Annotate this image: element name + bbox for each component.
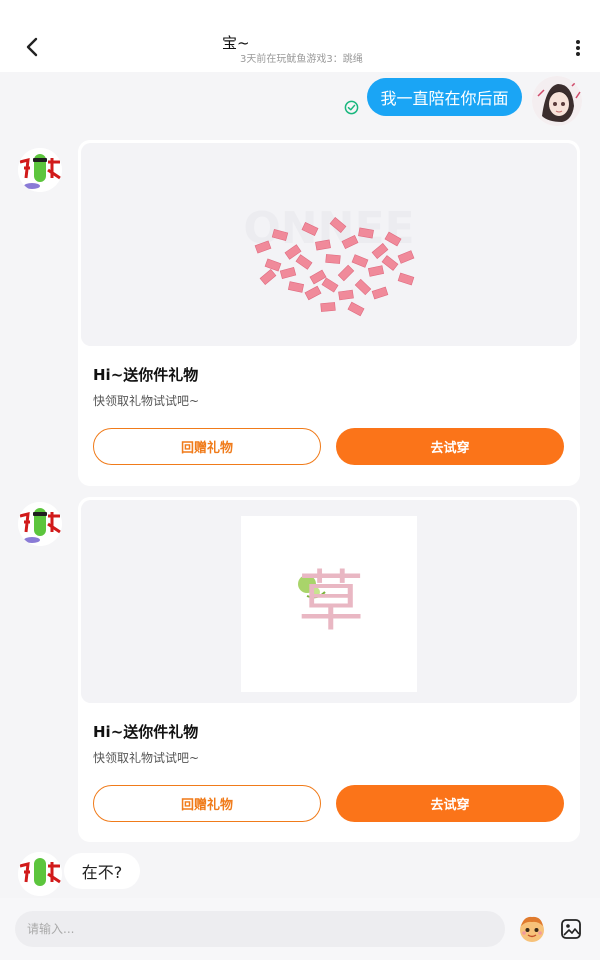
chat-header: 宝~ 3天前在玩鱿鱼游戏3：跳绳: [0, 0, 600, 72]
image-button[interactable]: [560, 918, 582, 940]
check-circle-icon: [344, 100, 359, 115]
gift-card[interactable]: ONNEE Hi~送你件礼物 快领取礼物试试吧~ 回赠礼物 去试穿: [78, 140, 580, 486]
gift-image[interactable]: 草: [81, 500, 577, 703]
image-icon: [561, 919, 581, 939]
received-message-text: 在不?: [81, 863, 123, 882]
gift-subtitle: 快领取礼物试试吧~: [93, 394, 200, 408]
cucumber-character-icon: [18, 852, 62, 896]
gift-media-text: 草: [298, 563, 364, 640]
chat-message-list[interactable]: 我一直陪在你后面 ONNEE Hi~送你件礼物 快领取礼物试试吧~ 回赠礼物 去…: [0, 72, 600, 900]
received-message-bubble[interactable]: 在不?: [64, 853, 140, 889]
more-vertical-icon: [576, 52, 580, 56]
more-vertical-icon: [576, 40, 580, 44]
anime-character-icon: [532, 76, 582, 126]
gift-subtitle: 快领取礼物试试吧~: [93, 751, 200, 765]
try-on-button[interactable]: 去试穿: [336, 428, 564, 465]
sent-message-bubble[interactable]: 我一直陪在你后面: [367, 78, 522, 116]
return-gift-button[interactable]: 回赠礼物: [93, 785, 321, 822]
emoji-button[interactable]: [516, 914, 548, 944]
gift-title: Hi~送你件礼物: [93, 366, 199, 384]
try-on-button[interactable]: 去试穿: [336, 785, 564, 822]
cucumber-character-icon: [18, 148, 62, 192]
peer-avatar[interactable]: [18, 852, 62, 896]
more-vertical-icon: [576, 46, 580, 50]
message-input[interactable]: [15, 911, 505, 947]
chevron-left-icon: [26, 37, 38, 57]
peer-avatar[interactable]: [18, 148, 62, 192]
sent-message-text: 我一直陪在你后面: [380, 89, 509, 108]
emoji-face-icon: [520, 916, 544, 942]
more-button[interactable]: [568, 36, 588, 60]
cucumber-character-icon: [18, 502, 62, 546]
grass-sticker-image: 草: [81, 500, 577, 703]
back-button[interactable]: [18, 30, 46, 64]
money-pile-image: ONNEE: [81, 143, 577, 346]
gift-image[interactable]: ONNEE: [81, 143, 577, 346]
return-gift-button[interactable]: 回赠礼物: [93, 428, 321, 465]
contact-status: 3天前在玩鱿鱼游戏3：跳绳: [240, 54, 363, 65]
gift-card[interactable]: 草 Hi~送你件礼物 快领取礼物试试吧~ 回赠礼物 去试穿: [78, 497, 580, 842]
my-avatar[interactable]: [532, 76, 582, 126]
gift-title: Hi~送你件礼物: [93, 723, 199, 741]
chat-input-bar: [0, 898, 600, 960]
peer-avatar[interactable]: [18, 502, 62, 546]
